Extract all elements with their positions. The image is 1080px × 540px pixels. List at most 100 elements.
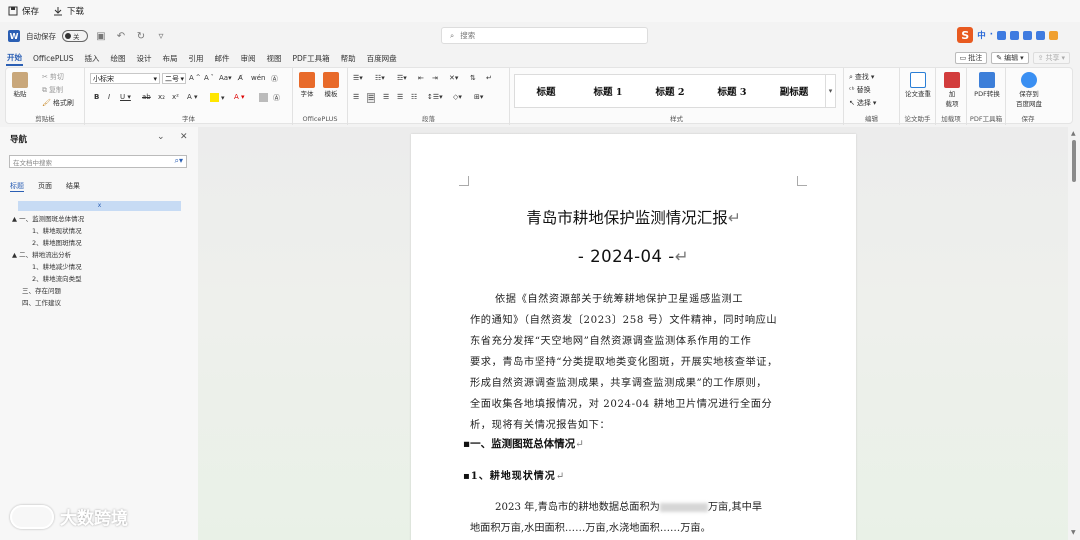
nav-heading-item[interactable]: ▲ 一、监测图斑总体情况 xyxy=(12,213,84,223)
nav-heading-item[interactable]: 2、耕地图斑情况 xyxy=(32,237,82,247)
scrollbar-thumb[interactable] xyxy=(1072,140,1076,182)
strikethrough-button[interactable]: ab xyxy=(142,93,151,101)
show-marks-icon[interactable]: ↵ xyxy=(486,74,492,82)
grow-font-button[interactable]: A ^ xyxy=(189,74,201,82)
nav-search-input[interactable]: 在文档中搜索 ⌕▾ xyxy=(9,155,187,168)
vertical-scrollbar[interactable]: ▲ ▼ xyxy=(1071,130,1077,536)
nav-selected-heading[interactable]: x xyxy=(18,201,181,211)
shading-button[interactable]: ◇▾ xyxy=(453,93,462,101)
style-heading-1[interactable]: 标题 1 xyxy=(577,84,639,98)
align-right-icon[interactable]: ☰ xyxy=(383,93,389,101)
autosave-toggle[interactable]: 关 xyxy=(62,30,88,42)
download-item[interactable]: 下载 xyxy=(53,5,84,17)
bold-button[interactable]: B xyxy=(94,93,99,101)
distributed-icon[interactable]: ☷ xyxy=(411,93,417,101)
numbering-button[interactable]: ☷▾ xyxy=(375,74,385,82)
pdf-convert-button[interactable]: PDF转换 xyxy=(969,72,1005,98)
customize-toolbar-icon[interactable]: ▿ xyxy=(154,29,168,43)
search-icon[interactable]: ⌕▾ xyxy=(175,156,184,166)
nav-heading-item[interactable]: 三、存在问题 xyxy=(22,285,61,295)
toolbox-icon[interactable] xyxy=(1036,30,1045,40)
text-effects-button[interactable]: A ▾ xyxy=(187,93,198,101)
nav-heading-item[interactable]: 2、耕地流向类型 xyxy=(32,273,82,283)
enclose-char-icon[interactable]: Ⓐ xyxy=(271,74,278,84)
style-heading-2[interactable]: 标题 2 xyxy=(639,84,701,98)
nav-close-icon[interactable]: ✕ xyxy=(180,132,188,142)
multilevel-list-button[interactable]: ☲▾ xyxy=(397,74,407,82)
highlight-button[interactable]: ▾ xyxy=(210,93,225,102)
nav-heading-item[interactable]: ▲ 二、耕地流出分析 xyxy=(12,249,71,259)
tab-view[interactable]: 视图 xyxy=(265,52,282,65)
char-shading-icon[interactable] xyxy=(259,93,268,102)
style-subtitle[interactable]: 副标题 xyxy=(763,84,825,98)
ime-lang[interactable]: 中 xyxy=(977,29,986,41)
tab-references[interactable]: 引用 xyxy=(187,52,204,65)
tab-layout[interactable]: 布局 xyxy=(161,52,178,65)
addins-button[interactable]: 加 载项 xyxy=(940,72,964,108)
tab-officeplus[interactable]: OfficePLUS xyxy=(32,53,74,64)
font-color-button[interactable]: A ▾ xyxy=(234,93,245,101)
copy-button[interactable]: ⧉ 复制 xyxy=(42,85,63,95)
redo-icon[interactable]: ↻ xyxy=(134,29,148,43)
tab-mailings[interactable]: 邮件 xyxy=(213,52,230,65)
chinese-layout-button[interactable]: ✕▾ xyxy=(449,74,458,82)
bullets-button[interactable]: ☰▾ xyxy=(353,74,363,82)
select-button[interactable]: ↖ 选择 ▾ xyxy=(849,98,876,108)
keyboard-icon[interactable] xyxy=(1010,30,1019,40)
tab-help[interactable]: 帮助 xyxy=(340,52,357,65)
increase-indent-icon[interactable]: ⇥ xyxy=(432,74,438,82)
styles-more-icon[interactable]: ▾ xyxy=(825,75,835,107)
officeplus-template-button[interactable]: 模板 xyxy=(323,72,339,98)
char-border-icon[interactable]: Ⓐ xyxy=(273,93,280,103)
line-spacing-button[interactable]: ↕☰▾ xyxy=(427,93,443,101)
search-box[interactable]: ⌕ 搜索 xyxy=(441,27,648,44)
officeplus-font-button[interactable]: 字体 xyxy=(299,72,315,98)
sort-icon[interactable]: ⇅ xyxy=(470,74,476,82)
tab-review[interactable]: 审阅 xyxy=(239,52,256,65)
tab-insert[interactable]: 插入 xyxy=(83,52,100,65)
font-name-select[interactable]: 小标宋 ▾ xyxy=(90,73,160,84)
italic-button[interactable]: I xyxy=(108,93,110,101)
style-heading-3[interactable]: 标题 3 xyxy=(701,84,763,98)
clear-format-icon[interactable]: A̸ xyxy=(238,74,243,82)
borders-button[interactable]: ⊞▾ xyxy=(474,93,483,101)
replace-button[interactable]: ᶜᵇ 替换 xyxy=(849,85,871,95)
tab-baidu-netdisk[interactable]: 百度网盘 xyxy=(366,52,398,65)
phonetic-guide-icon[interactable]: wén xyxy=(251,74,265,82)
ime-punct[interactable]: · xyxy=(990,30,993,40)
nav-heading-item[interactable]: 1、耕地减少情况 xyxy=(32,261,82,271)
paper-check-button[interactable]: 论文查重 xyxy=(902,72,934,98)
nav-heading-item[interactable]: 1、耕地现状情况 xyxy=(32,225,82,235)
nav-heading-item[interactable]: 四、工作建议 xyxy=(22,297,61,307)
tab-home[interactable]: 开始 xyxy=(6,51,23,66)
mic-icon[interactable] xyxy=(997,30,1006,40)
scroll-down-icon[interactable]: ▼ xyxy=(1071,529,1076,536)
comments-button[interactable]: ▭ 批注 xyxy=(954,52,988,64)
sogou-ime-icon[interactable]: S xyxy=(957,27,974,43)
cut-button[interactable]: ✂ 剪切 xyxy=(42,72,64,82)
nav-tab-results[interactable]: 结果 xyxy=(66,181,80,192)
tab-draw[interactable]: 绘图 xyxy=(109,52,126,65)
mascot-icon[interactable] xyxy=(1049,30,1058,40)
nav-options-icon[interactable]: ⌄ xyxy=(157,132,165,142)
align-center-icon[interactable]: ☰ xyxy=(367,93,376,103)
align-left-icon[interactable]: ☰ xyxy=(353,93,359,101)
document-page[interactable]: 青岛市耕地保护监测情况汇报↵ - 2024-04 -↵ 依据《自然资源部关于统筹… xyxy=(411,134,856,540)
decrease-indent-icon[interactable]: ⇤ xyxy=(418,74,424,82)
shrink-font-button[interactable]: A ˅ xyxy=(204,74,214,82)
editing-mode-button[interactable]: ✎ 编辑 ▾ xyxy=(991,52,1029,64)
nav-tab-headings[interactable]: 标题 xyxy=(10,181,24,192)
tab-design[interactable]: 设计 xyxy=(135,52,152,65)
change-case-button[interactable]: Aa▾ xyxy=(219,74,232,82)
underline-button[interactable]: U ▾ xyxy=(120,93,131,101)
save-to-netdisk-button[interactable]: 保存到 百度网盘 xyxy=(1010,72,1048,108)
format-painter-button[interactable]: 🖌 格式刷 xyxy=(42,98,74,108)
scroll-up-icon[interactable]: ▲ xyxy=(1071,130,1076,137)
skin-icon[interactable] xyxy=(1023,30,1032,40)
find-button[interactable]: ⌕ 查找 ▾ xyxy=(849,72,874,82)
style-title[interactable]: 标题 xyxy=(515,84,577,98)
share-button[interactable]: ⇪ 共享 ▾ xyxy=(1032,52,1070,64)
undo-icon[interactable]: ↶ xyxy=(114,29,128,43)
justify-icon[interactable]: ☰ xyxy=(397,93,403,101)
save-quick-icon[interactable]: ▣ xyxy=(94,29,108,43)
